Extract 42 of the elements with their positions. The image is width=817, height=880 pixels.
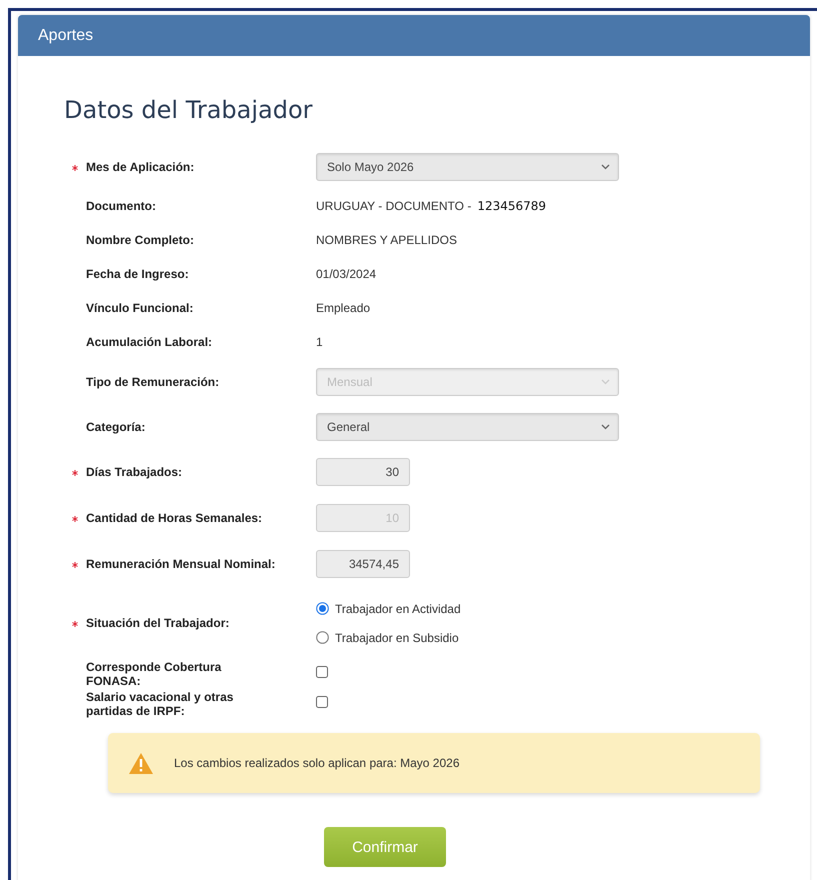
field-label: Tipo de Remuneración:	[86, 374, 220, 388]
field-label: Corresponde Cobertura FONASA:	[86, 660, 222, 688]
field-value: Empleado	[316, 301, 370, 315]
required-icon	[72, 562, 78, 568]
section-heading: Datos del Trabajador	[64, 96, 314, 124]
field-label: Salario vacacional y otras partidas de IRPF:	[86, 690, 234, 718]
required-icon	[72, 621, 78, 627]
required-icon	[72, 470, 78, 476]
radio-button[interactable]	[316, 631, 329, 644]
required-icon	[72, 516, 78, 522]
input-field[interactable]: 30	[316, 458, 410, 486]
field-label: Categoría:	[86, 420, 146, 434]
field-value: 1	[316, 335, 323, 349]
field-label: Vínculo Funcional:	[86, 301, 194, 315]
field-label: Documento:	[86, 199, 157, 213]
required-icon	[72, 164, 78, 170]
field-label: Nombre Completo:	[86, 233, 195, 247]
warning-icon	[128, 752, 154, 774]
field-value: URUGUAY - DOCUMENTO -	[316, 199, 472, 213]
field-label: Fecha de Ingreso:	[86, 267, 190, 281]
field-value: NOMBRES Y APELLIDOS	[316, 233, 457, 247]
panel-title: Aportes	[38, 26, 94, 44]
select-field[interactable]: General	[316, 412, 619, 440]
checkbox[interactable]	[316, 696, 328, 708]
chevron-icon	[601, 164, 610, 170]
field-value: 01/03/2024	[316, 267, 376, 281]
field-label: Mes de Aplicación:	[86, 160, 196, 174]
field-label: Acumulación Laboral:	[86, 335, 214, 349]
radio-button[interactable]	[316, 602, 329, 615]
document-number: 123456789	[477, 199, 546, 213]
chevron-icon	[601, 424, 610, 430]
radio-label: Trabajador en Actividad	[335, 602, 461, 616]
input-field[interactable]: 34574,45	[316, 550, 410, 578]
alert-message: Los cambios realizados solo aplican para: Mayo 2026	[174, 756, 460, 770]
chevron-icon	[601, 378, 610, 384]
select-field[interactable]: Solo Mayo 2026	[316, 152, 619, 180]
field-label: Días Trabajados:	[86, 465, 184, 479]
radio-label: Trabajador en Subsidio	[335, 630, 459, 644]
field-label: Remuneración Mensual Nominal:	[86, 557, 276, 571]
field-label: Cantidad de Horas Semanales:	[86, 511, 264, 525]
field-label: Situación del Trabajador:	[86, 616, 230, 630]
checkbox[interactable]	[316, 666, 328, 678]
